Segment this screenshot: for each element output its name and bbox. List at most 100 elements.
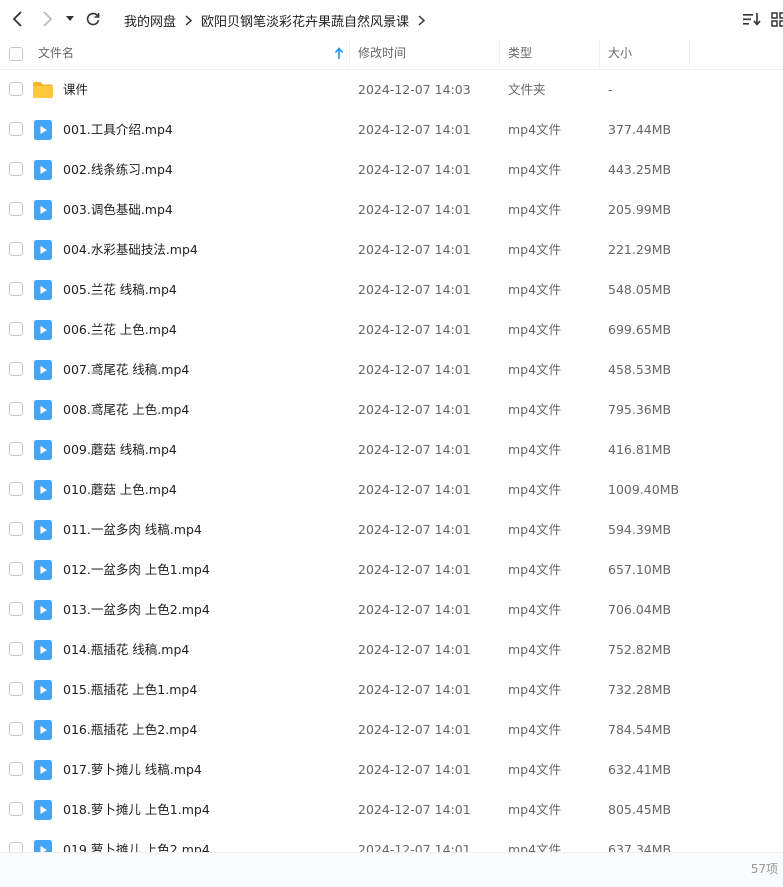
file-row[interactable]: 001.工具介绍.mp4 2024-12-07 14:01 mp4文件 377.44M… <box>0 110 783 150</box>
row-checkbox[interactable] <box>9 402 23 416</box>
file-name[interactable]: 005.兰花 线稿.mp4 <box>63 270 177 310</box>
file-modified: 2024-12-07 14:01 <box>358 482 471 497</box>
file-modified: 2024-12-07 14:01 <box>358 722 471 737</box>
file-type: mp4文件 <box>508 242 562 257</box>
file-name[interactable]: 013.一盆多肉 上色2.mp4 <box>63 590 210 630</box>
file-name[interactable]: 003.调色基础.mp4 <box>63 190 173 230</box>
refresh-button[interactable] <box>83 9 103 29</box>
file-row[interactable]: 009.蘑菇 线稿.mp4 2024-12-07 14:01 mp4文件 416.81… <box>0 430 783 470</box>
row-checkbox[interactable] <box>9 562 23 576</box>
file-name[interactable]: 019.萝卜摊儿 上色2.mp4 <box>63 830 210 852</box>
sort-ascending-icon <box>334 47 344 59</box>
file-modified: 2024-12-07 14:01 <box>358 282 471 297</box>
file-name[interactable]: 002.线条练习.mp4 <box>63 150 173 190</box>
file-row[interactable]: 011.一盆多肉 线稿.mp4 2024-12-07 14:01 mp4文件 594.… <box>0 510 783 550</box>
row-checkbox[interactable] <box>9 82 23 96</box>
file-name[interactable]: 010.蘑菇 上色.mp4 <box>63 470 177 510</box>
video-file-icon <box>33 360 53 380</box>
file-type: mp4文件 <box>508 322 562 337</box>
column-name[interactable]: 文件名 <box>38 38 348 69</box>
view-mode-button[interactable] <box>771 10 783 28</box>
file-modified: 2024-12-07 14:01 <box>358 762 471 777</box>
column-size-label: 大小 <box>608 46 633 60</box>
file-row[interactable]: 006.兰花 上色.mp4 2024-12-07 14:01 mp4文件 699.65… <box>0 310 783 350</box>
file-name[interactable]: 012.一盆多肉 上色1.mp4 <box>63 550 210 590</box>
column-size[interactable]: 大小 <box>608 38 688 69</box>
folder-row[interactable]: 课件 2024-12-07 14:03 文件夹 - <box>0 70 783 110</box>
video-file-icon <box>33 680 53 700</box>
file-row[interactable]: 002.线条练习.mp4 2024-12-07 14:01 mp4文件 443.25M… <box>0 150 783 190</box>
chevron-right-icon <box>43 11 53 27</box>
file-modified: 2024-12-07 14:01 <box>358 322 471 337</box>
column-type[interactable]: 类型 <box>508 38 598 69</box>
row-checkbox[interactable] <box>9 842 23 852</box>
file-row[interactable]: 010.蘑菇 上色.mp4 2024-12-07 14:01 mp4文件 1009.4… <box>0 470 783 510</box>
file-modified: 2024-12-07 14:01 <box>358 122 471 137</box>
file-row[interactable]: 014.瓶插花 线稿.mp4 2024-12-07 14:01 mp4文件 752.8… <box>0 630 783 670</box>
file-row[interactable]: 015.瓶插花 上色1.mp4 2024-12-07 14:01 mp4文件 732.… <box>0 670 783 710</box>
file-name[interactable]: 017.萝卜摊儿 线稿.mp4 <box>63 750 202 790</box>
sort-button[interactable] <box>742 10 762 28</box>
row-checkbox[interactable] <box>9 442 23 456</box>
file-modified: 2024-12-07 14:01 <box>358 242 471 257</box>
file-type: mp4文件 <box>508 282 562 297</box>
file-row[interactable]: 005.兰花 线稿.mp4 2024-12-07 14:01 mp4文件 548.05… <box>0 270 783 310</box>
file-row[interactable]: 018.萝卜摊儿 上色1.mp4 2024-12-07 14:01 mp4文件 805… <box>0 790 783 830</box>
file-modified: 2024-12-07 14:01 <box>358 402 471 417</box>
file-name[interactable]: 018.萝卜摊儿 上色1.mp4 <box>63 790 210 830</box>
file-size: 805.45MB <box>608 802 672 817</box>
file-size: 443.25MB <box>608 162 672 177</box>
column-modified[interactable]: 修改时间 <box>358 38 498 69</box>
row-checkbox[interactable] <box>9 122 23 136</box>
file-row[interactable]: 017.萝卜摊儿 线稿.mp4 2024-12-07 14:01 mp4文件 632.… <box>0 750 783 790</box>
file-type: mp4文件 <box>508 122 562 137</box>
file-row[interactable]: 012.一盆多肉 上色1.mp4 2024-12-07 14:01 mp4文件 657… <box>0 550 783 590</box>
chevron-left-icon <box>12 11 22 27</box>
row-checkbox[interactable] <box>9 682 23 696</box>
file-name[interactable]: 004.水彩基础技法.mp4 <box>63 230 198 270</box>
file-row[interactable]: 019.萝卜摊儿 上色2.mp4 2024-12-07 14:01 mp4文件 637… <box>0 830 783 852</box>
file-modified: 2024-12-07 14:01 <box>358 442 471 457</box>
file-modified: 2024-12-07 14:01 <box>358 802 471 817</box>
breadcrumb: 我的网盘 欧阳贝钢笔淡彩花卉果蔬自然风景课 <box>124 11 434 30</box>
row-checkbox[interactable] <box>9 202 23 216</box>
row-checkbox[interactable] <box>9 802 23 816</box>
row-checkbox[interactable] <box>9 642 23 656</box>
row-checkbox[interactable] <box>9 482 23 496</box>
file-name[interactable]: 001.工具介绍.mp4 <box>63 110 173 150</box>
row-checkbox[interactable] <box>9 322 23 336</box>
file-name[interactable]: 015.瓶插花 上色1.mp4 <box>63 670 197 710</box>
row-checkbox[interactable] <box>9 282 23 296</box>
file-name[interactable]: 011.一盆多肉 线稿.mp4 <box>63 510 202 550</box>
row-checkbox[interactable] <box>9 602 23 616</box>
file-name[interactable]: 016.瓶插花 上色2.mp4 <box>63 710 197 750</box>
breadcrumb-item-home[interactable]: 我的网盘 <box>124 11 176 30</box>
file-name[interactable]: 009.蘑菇 线稿.mp4 <box>63 430 177 470</box>
file-name[interactable]: 006.兰花 上色.mp4 <box>63 310 177 350</box>
file-name[interactable]: 008.鸢尾花 上色.mp4 <box>63 390 189 430</box>
file-row[interactable]: 008.鸢尾花 上色.mp4 2024-12-07 14:01 mp4文件 795.3… <box>0 390 783 430</box>
file-name[interactable]: 007.鸢尾花 线稿.mp4 <box>63 350 189 390</box>
video-file-icon <box>33 480 53 500</box>
row-checkbox[interactable] <box>9 522 23 536</box>
file-row[interactable]: 003.调色基础.mp4 2024-12-07 14:01 mp4文件 205.99M… <box>0 190 783 230</box>
row-checkbox[interactable] <box>9 762 23 776</box>
breadcrumb-item-course[interactable]: 欧阳贝钢笔淡彩花卉果蔬自然风景课 <box>201 11 409 30</box>
select-all-checkbox[interactable] <box>9 47 23 61</box>
file-name[interactable]: 014.瓶插花 线稿.mp4 <box>63 630 189 670</box>
history-dropdown-button[interactable] <box>63 9 77 29</box>
breadcrumb-separator-icon <box>418 15 426 26</box>
video-file-icon <box>33 520 53 540</box>
row-checkbox[interactable] <box>9 162 23 176</box>
file-row[interactable]: 004.水彩基础技法.mp4 2024-12-07 14:01 mp4文件 221.2… <box>0 230 783 270</box>
row-checkbox[interactable] <box>9 722 23 736</box>
row-checkbox[interactable] <box>9 242 23 256</box>
back-button[interactable] <box>8 9 28 29</box>
file-row[interactable]: 007.鸢尾花 线稿.mp4 2024-12-07 14:01 mp4文件 458.5… <box>0 350 783 390</box>
row-checkbox[interactable] <box>9 362 23 376</box>
file-row[interactable]: 016.瓶插花 上色2.mp4 2024-12-07 14:01 mp4文件 784.… <box>0 710 783 750</box>
forward-button[interactable] <box>37 9 57 29</box>
file-name[interactable]: 课件 <box>63 70 88 110</box>
file-size: 458.53MB <box>608 362 672 377</box>
file-row[interactable]: 013.一盆多肉 上色2.mp4 2024-12-07 14:01 mp4文件 706… <box>0 590 783 630</box>
